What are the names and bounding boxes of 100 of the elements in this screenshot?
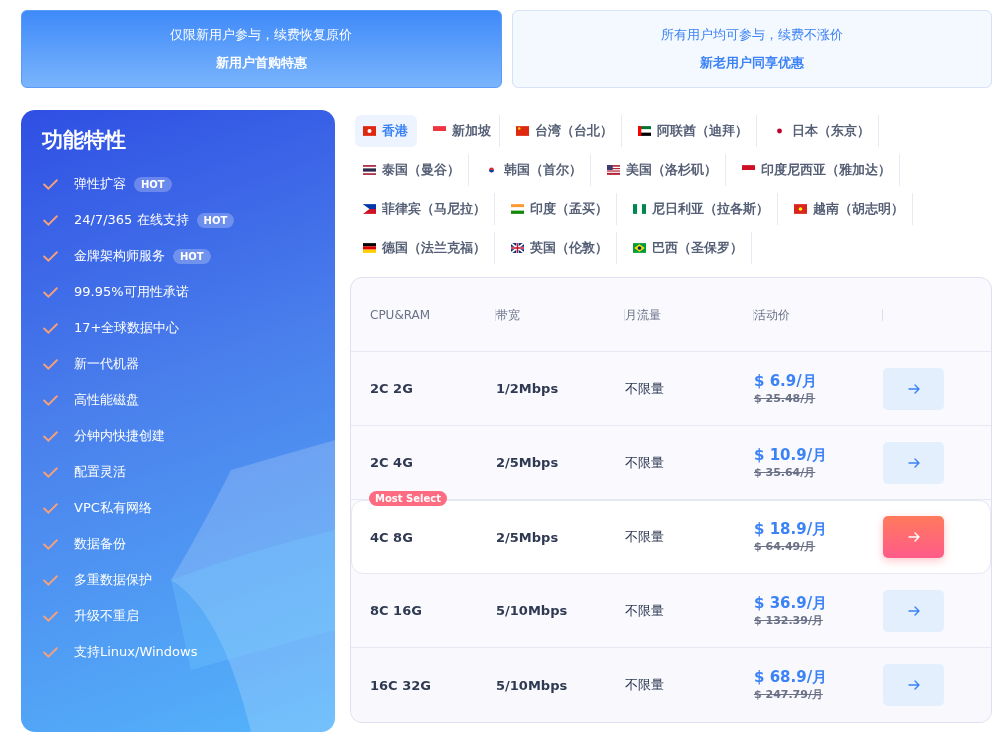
region-tab[interactable]: 香港 <box>355 115 417 147</box>
bandwidth-cell-text: 5/10Mbps <box>496 677 569 693</box>
feature-label: 弹性扩容 <box>74 175 126 193</box>
flag-icon <box>363 243 376 253</box>
most-select-badge: Most Select <box>369 491 447 506</box>
flag-icon <box>607 165 620 175</box>
flag-icon <box>633 243 646 253</box>
feature-label: 金牌架构师服务 <box>74 247 165 265</box>
region-tab[interactable]: 越南（胡志明） <box>786 193 913 225</box>
check-icon <box>42 500 59 516</box>
original-price: $ 35.64/月 <box>754 464 817 480</box>
feature-label: 17+全球数据中心 <box>74 319 180 337</box>
region-tab[interactable]: 日本（东京） <box>765 115 879 147</box>
buy-button[interactable] <box>883 441 944 484</box>
check-icon <box>42 212 59 228</box>
check-icon <box>42 284 59 300</box>
check-icon <box>42 248 59 264</box>
bandwidth-cell-text: 5/10Mbps <box>496 603 569 618</box>
promo-subtitle: 所有用户均可参与，续费不涨价 <box>660 26 843 44</box>
promo-subtitle: 仅限新用户参与，续费恢复原价 <box>170 26 353 44</box>
price: $ 68.9/月 <box>754 668 829 687</box>
check-icon <box>42 644 59 660</box>
flag-icon <box>794 204 807 214</box>
flag-icon <box>633 204 646 214</box>
check-icon <box>42 464 59 480</box>
region-tab[interactable]: 尼日利亚（拉各斯） <box>625 193 778 225</box>
region-tab[interactable]: 泰国（曼谷） <box>355 154 469 186</box>
feature-label: 24/7/365 在线支持 <box>74 211 189 229</box>
spec-cell-text: 8C 16G <box>370 603 423 618</box>
spec-cell-text: 16C 32G <box>370 677 432 693</box>
check-icon <box>42 608 59 624</box>
feature-label: 配置灵活 <box>74 463 126 481</box>
promo-title: 新老用户同享优惠 <box>699 54 804 72</box>
buy-button[interactable] <box>883 367 944 410</box>
region-tab[interactable]: 菲律宾（马尼拉） <box>355 193 495 225</box>
flag-icon <box>511 243 524 253</box>
hot-badge: HOT <box>196 212 235 228</box>
region-tab[interactable]: 韩国（首尔） <box>477 154 591 186</box>
region-tab[interactable]: 新加坡 <box>425 115 500 147</box>
bandwidth-cell-text: 1/2Mbps <box>496 381 560 396</box>
check-icon <box>42 176 59 192</box>
original-price: $ 132.39/月 <box>754 612 824 628</box>
flag-icon <box>363 126 376 136</box>
flag-icon <box>363 165 376 175</box>
original-price: $ 247.79/月 <box>754 687 824 702</box>
region-tab[interactable]: 印度尼西亚（雅加达） <box>734 154 900 186</box>
buy-button[interactable] <box>883 664 944 706</box>
price: $ 36.9/月 <box>754 593 829 613</box>
flag-icon <box>511 204 524 214</box>
bandwidth-cell-text: 2/5Mbps <box>496 529 560 545</box>
traffic-cell-text: 不限量 <box>625 601 665 620</box>
bandwidth-cell-text: 2/5Mbps <box>496 455 560 470</box>
column-header: CPU&RAM <box>370 308 496 321</box>
spec-cell-text: 2C 2G <box>370 381 414 396</box>
feature-label: 支持Linux/Windows <box>74 643 198 661</box>
feature-label: 新一代机器 <box>74 355 139 373</box>
column-header: 月流量 <box>625 308 754 321</box>
promo-title: 新用户首购特惠 <box>215 54 307 72</box>
spec-cell-text: 4C 8G <box>370 529 414 545</box>
price: $ 10.9/月 <box>754 445 829 465</box>
flag-icon <box>363 204 376 214</box>
region-tab[interactable]: 印度（孟买） <box>503 193 617 225</box>
price: $ 18.9/月 <box>754 520 829 539</box>
spec-cell-text: 2C 4G <box>370 455 414 470</box>
feature-label: 分钟内快捷创建 <box>74 427 165 445</box>
check-icon <box>42 572 59 588</box>
region-tab[interactable]: 美国（洛杉矶） <box>599 154 726 186</box>
region-tab[interactable]: 阿联酋（迪拜） <box>630 115 757 147</box>
column-header: 活动价 <box>754 308 883 321</box>
features-title: 功能特性 <box>42 127 127 154</box>
region-tab[interactable]: 台湾（台北） <box>508 115 622 147</box>
traffic-cell-text: 不限量 <box>625 676 665 694</box>
region-tab[interactable]: 英国（伦敦） <box>503 232 617 264</box>
check-icon <box>42 428 59 444</box>
hot-badge: HOT <box>134 176 172 192</box>
buy-button[interactable] <box>883 589 944 632</box>
original-price: $ 25.48/月 <box>754 390 817 406</box>
price: $ 6.9/月 <box>754 371 818 391</box>
flag-icon <box>638 126 651 136</box>
feature-label: 高性能磁盘 <box>74 391 139 409</box>
region-tab[interactable]: 德国（法兰克福） <box>355 232 495 264</box>
feature-label: 升级不重启 <box>74 607 139 625</box>
feature-label: 数据备份 <box>74 535 126 553</box>
check-icon <box>42 392 59 408</box>
check-icon <box>42 536 59 552</box>
buy-button[interactable] <box>883 516 944 558</box>
column-header: 带宽 <box>496 308 625 321</box>
check-icon <box>42 320 59 336</box>
traffic-cell-text: 不限量 <box>625 453 665 472</box>
promo-tab[interactable]: 所有用户均可参与，续费不涨价 新老用户同享优惠 <box>511 10 992 88</box>
hot-badge: HOT <box>173 248 211 264</box>
flag-icon <box>516 126 529 136</box>
region-tab[interactable]: 巴西（圣保罗） <box>625 232 752 264</box>
traffic-cell-text: 不限量 <box>625 379 665 398</box>
check-icon <box>42 356 59 372</box>
original-price: $ 64.49/月 <box>754 539 817 554</box>
feature-label: VPC私有网络 <box>74 499 152 517</box>
feature-label: 多重数据保护 <box>74 571 152 589</box>
traffic-cell-text: 不限量 <box>625 528 665 546</box>
feature-label: 99.95%可用性承诺 <box>74 283 189 301</box>
